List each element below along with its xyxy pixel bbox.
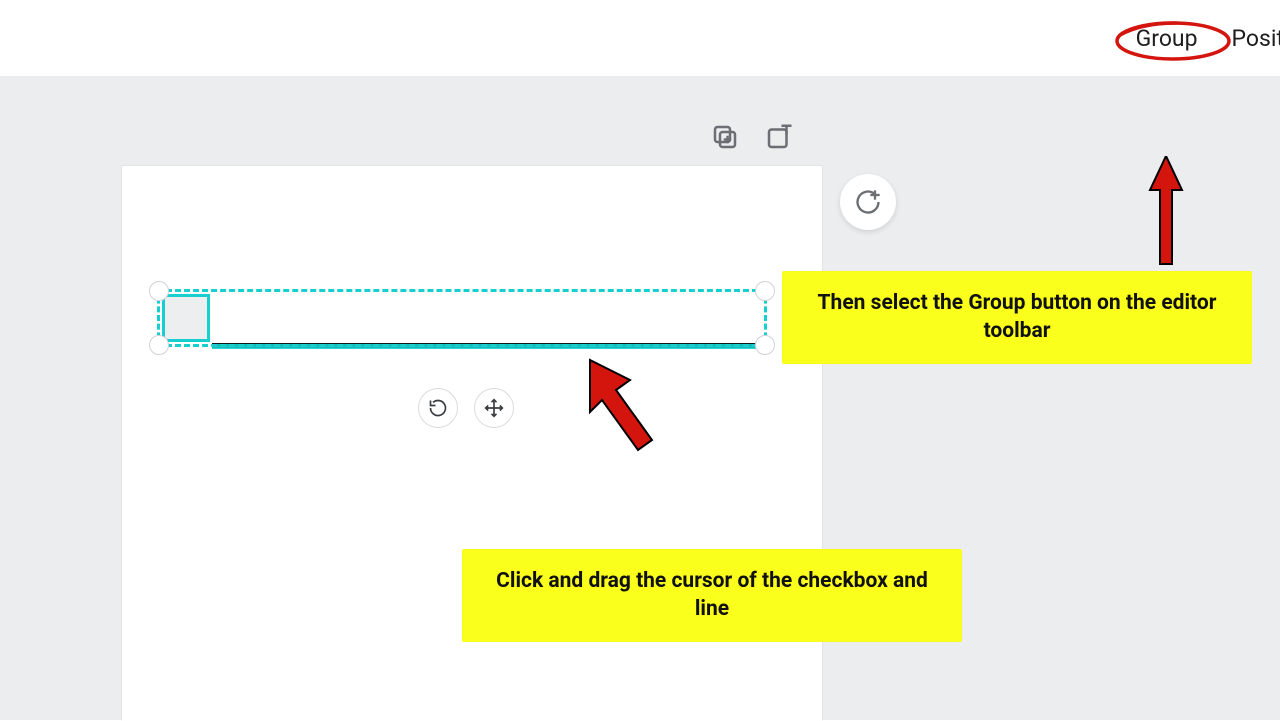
- arrow-up-icon: [1146, 156, 1186, 266]
- move-button[interactable]: [474, 388, 514, 428]
- callout-select-text: Click and drag the cursor of the checkbo…: [496, 569, 928, 621]
- arrow-cursor-icon: [582, 354, 662, 454]
- selection-handle-bl[interactable]: [149, 335, 169, 355]
- floating-controls: [418, 388, 514, 428]
- callout-select: Click and drag the cursor of the checkbo…: [462, 549, 962, 642]
- canvas-area: Then select the Group button on the edit…: [0, 76, 1280, 720]
- add-page-icon[interactable]: [764, 122, 794, 152]
- rotate-button[interactable]: [418, 388, 458, 428]
- selection-handle-tl[interactable]: [149, 281, 169, 301]
- callout-group-text: Then select the Group button on the edit…: [818, 291, 1217, 343]
- selection-handle-br[interactable]: [755, 335, 775, 355]
- editor-toolbar: Group Posit: [0, 0, 1280, 76]
- position-button[interactable]: Posit: [1230, 19, 1280, 58]
- group-button-wrap: Group: [1134, 25, 1200, 52]
- duplicate-page-icon[interactable]: [710, 122, 740, 152]
- group-button[interactable]: Group: [1134, 19, 1200, 58]
- add-element-fab[interactable]: [840, 174, 896, 230]
- selection-handle-tr[interactable]: [755, 281, 775, 301]
- callout-group: Then select the Group button on the edit…: [782, 271, 1252, 364]
- selection-box[interactable]: [157, 289, 767, 347]
- page-toolbar: [710, 122, 794, 152]
